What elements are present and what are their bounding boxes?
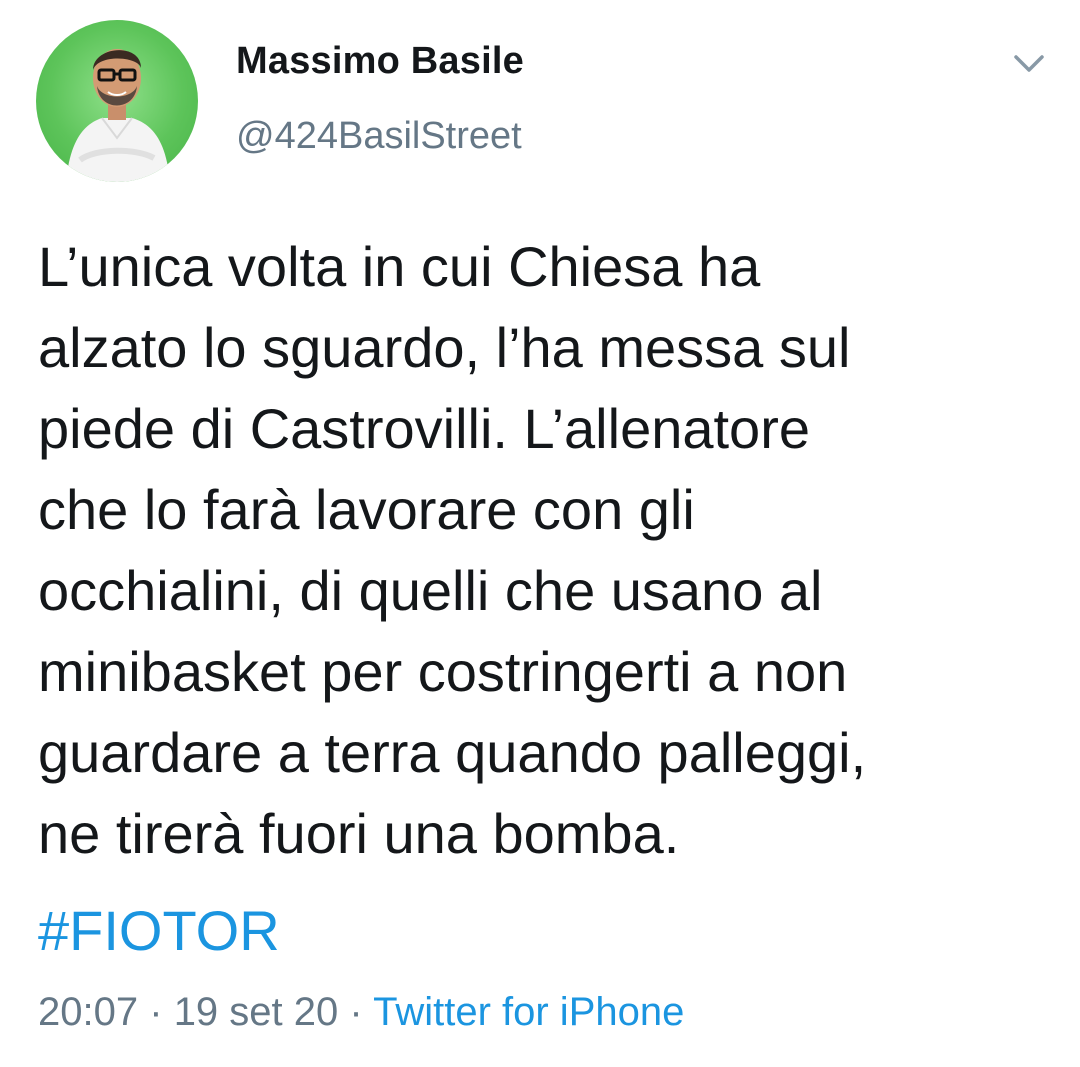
hashtag-link[interactable]: #FIOTOR <box>38 890 280 971</box>
tweet-text-line: L’unica volta in cui Chiesa ha <box>38 235 761 298</box>
tweet-text: L’unica volta in cui Chiesa ha alzato lo… <box>38 226 1048 874</box>
tweet-card: Massimo Basile @424BasilStreet L’unica v… <box>0 0 1080 1067</box>
avatar[interactable] <box>36 20 198 182</box>
profile-photo-icon <box>66 49 170 182</box>
tweet-menu-button[interactable] <box>1010 48 1048 78</box>
chevron-down-icon <box>1014 55 1044 72</box>
tweet-text-line: piede di Castrovilli. L’allenatore <box>38 397 810 460</box>
tweet-date[interactable]: 19 set 20 <box>174 990 339 1034</box>
tweet-source-link[interactable]: Twitter for iPhone <box>373 990 684 1034</box>
tweet-text-line: minibasket per costringerti a non <box>38 640 848 703</box>
tweet-text-line: che lo farà lavorare con gli <box>38 478 695 541</box>
author-handle[interactable]: @424BasilStreet <box>236 115 522 158</box>
tweet-text-line: ne tirerà fuori una bomba. <box>38 802 680 865</box>
meta-separator: · <box>149 990 163 1034</box>
tweet-metadata: 20:07 · 19 set 20 · Twitter for iPhone <box>38 990 684 1035</box>
tweet-time[interactable]: 20:07 <box>38 990 138 1034</box>
tweet-text-line: alzato lo sguardo, l’ha messa sul <box>38 316 851 379</box>
tweet-text-line: occhialini, di quelli che usano al <box>38 559 823 622</box>
tweet-text-line: guardare a terra quando palleggi, <box>38 721 867 784</box>
author-display-name[interactable]: Massimo Basile <box>236 40 524 83</box>
meta-separator: · <box>349 990 363 1034</box>
